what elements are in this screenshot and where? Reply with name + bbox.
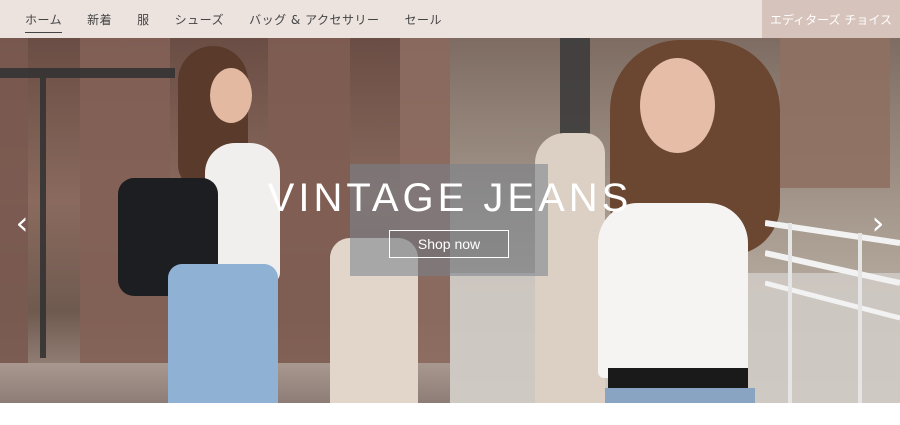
hero-title: VINTAGE JEANS xyxy=(267,176,633,220)
model-jeans xyxy=(168,264,278,403)
nav-item-clothing[interactable]: 服 xyxy=(137,11,150,28)
nav-item-new-arrivals[interactable]: 新着 xyxy=(87,11,112,28)
metal-canopy xyxy=(0,68,175,78)
model-belt xyxy=(608,368,748,388)
nav-item-home[interactable]: ホーム xyxy=(25,11,63,33)
nav-item-bags-accessories[interactable]: バッグ & アクセサリー xyxy=(249,11,379,28)
model-jeans xyxy=(605,388,755,403)
editors-choice-link[interactable]: エディターズ チョイス xyxy=(762,0,900,38)
shop-now-button[interactable]: Shop now xyxy=(389,230,509,258)
main-menu: ホーム 新着 服 シューズ バッグ & アクセサリー セール xyxy=(25,0,442,38)
nav-item-sale[interactable]: セール xyxy=(404,11,442,28)
model-face xyxy=(210,68,252,123)
chevron-right-icon[interactable]: › xyxy=(866,206,890,240)
model-face xyxy=(640,58,715,153)
building-column xyxy=(780,38,890,188)
hero-banner: VINTAGE JEANS Shop now ‹ › xyxy=(0,38,900,403)
nav-item-shoes[interactable]: シューズ xyxy=(175,11,224,28)
top-navigation-bar: ホーム 新着 服 シューズ バッグ & アクセサリー セール エディターズ チョ… xyxy=(0,0,900,38)
chevron-left-icon[interactable]: ‹ xyxy=(10,206,34,240)
model-top xyxy=(598,203,748,378)
